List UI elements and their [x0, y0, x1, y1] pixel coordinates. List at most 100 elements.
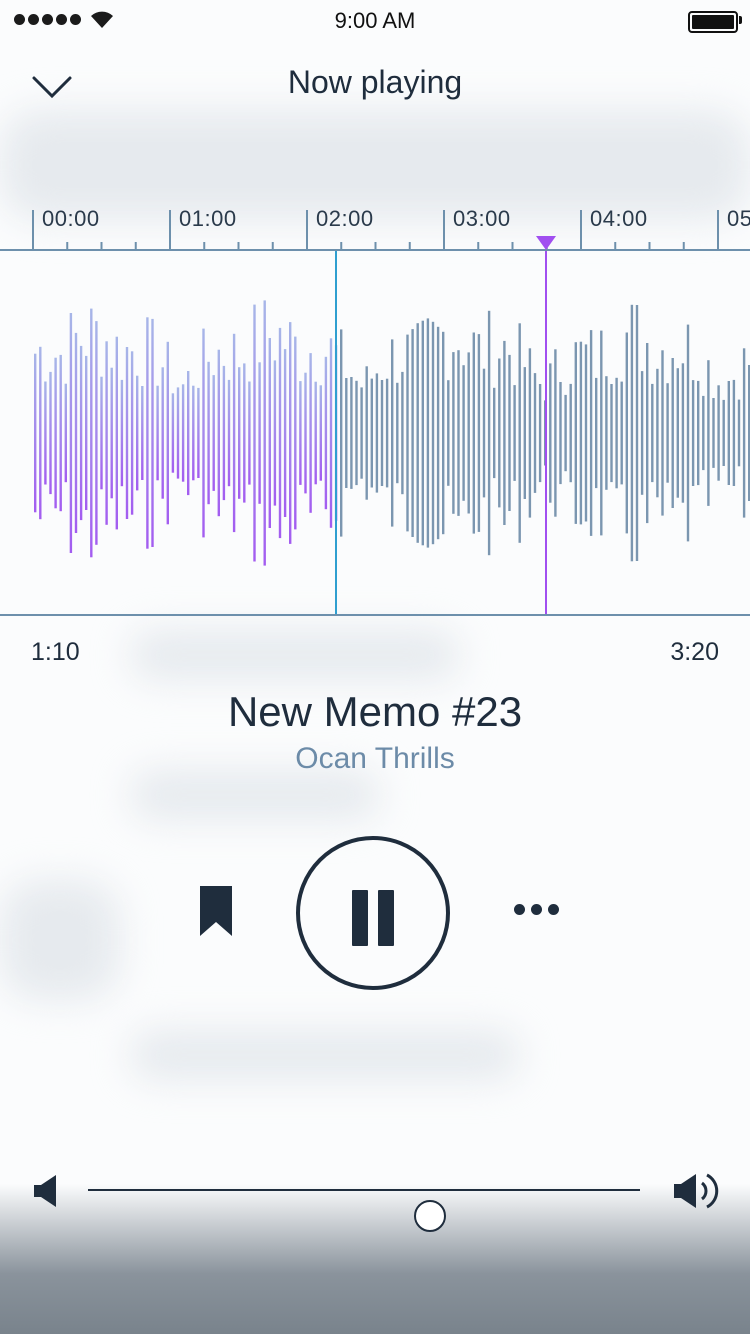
waveform-bar: [620, 381, 623, 485]
waveform-bar: [538, 384, 542, 483]
waveform-bar: [324, 356, 328, 510]
waveform-bar: [156, 385, 159, 481]
more-dots-icon: [513, 903, 525, 915]
waveform-bar: [462, 365, 465, 501]
waveform-bar: [712, 398, 715, 468]
waveform-bar: [503, 340, 506, 525]
volume-low-icon[interactable]: [32, 1174, 58, 1208]
waveform-bar: [564, 394, 567, 472]
waveform-bar: [421, 320, 424, 546]
waveform-bar: [130, 351, 134, 515]
timeline-ruler[interactable]: 00:00 01:00 02:00 03:00 04:00 05:00: [0, 200, 750, 252]
waveform-bar: [141, 386, 144, 480]
waveform-bar: [640, 371, 644, 495]
waveform-bar: [345, 378, 348, 488]
waveform-bar: [727, 381, 730, 485]
waveform-bar: [523, 367, 526, 499]
waveform-bar: [263, 300, 266, 566]
volume-high-icon[interactable]: [672, 1170, 720, 1212]
waveform-bar: [370, 378, 373, 488]
waveform-bar: [192, 385, 195, 481]
waveform-bar: [600, 330, 603, 536]
waveform-bar: [651, 383, 654, 483]
waveform-bar: [289, 322, 292, 544]
waveform-bar: [171, 393, 175, 473]
waveform-bar: [258, 362, 261, 504]
battery-full-icon: [688, 11, 738, 33]
waveform-bar: [304, 372, 307, 494]
waveform-bar: [549, 363, 552, 503]
waveform-bar: [457, 350, 460, 516]
waveform-bar: [589, 330, 593, 536]
waveform-bar: [202, 328, 205, 538]
waveform-bar: [574, 342, 577, 524]
status-time: 9:00 AM: [334, 8, 416, 33]
waveform-bar: [605, 376, 608, 490]
waveform-bar: [350, 377, 353, 489]
waveform-bar: [243, 363, 246, 503]
waveform-bar: [34, 353, 37, 513]
waveform-bar: [136, 375, 139, 491]
waveform-bar: [625, 332, 628, 534]
timeline-label: 05:00: [727, 206, 750, 231]
time-row: 1:10 3:20: [0, 636, 750, 668]
waveform-bar: [105, 341, 108, 525]
waveform-bar: [212, 375, 215, 491]
waveform-bar: [95, 321, 98, 545]
waveform-bar: [442, 331, 445, 535]
waveform-bar: [646, 343, 649, 524]
waveform-bar: [482, 368, 486, 498]
timeline-label: 01:00: [179, 206, 237, 231]
waveform-bar: [508, 354, 511, 511]
waveform-bar: [217, 349, 220, 517]
waveform-bar: [309, 353, 312, 513]
waveform-bar: [319, 385, 322, 481]
waveform-bar: [426, 318, 430, 548]
waveform-bar: [447, 380, 450, 486]
waveform-bar: [74, 332, 78, 533]
waveform-bar: [676, 368, 679, 498]
waveform-bar: [431, 321, 435, 545]
waveform-bar: [569, 383, 572, 483]
waveform-bar: [717, 385, 720, 481]
bookmark-button[interactable]: [196, 884, 236, 940]
volume-slider-track[interactable]: [88, 1189, 640, 1232]
waveform-bar: [416, 323, 419, 543]
waveform-bar: [181, 384, 185, 482]
track-title: New Memo #23: [227, 688, 523, 735]
waveform-bar: [686, 324, 690, 542]
waveform-bar: [120, 379, 124, 487]
waveform-bar: [554, 349, 557, 517]
waveform-bar: [722, 399, 725, 466]
waveform-bar: [615, 377, 618, 489]
waveform-bar: [681, 363, 685, 503]
waveform-bar: [299, 381, 302, 485]
waveform-bar: [85, 355, 88, 510]
waveform[interactable]: [0, 250, 750, 616]
pause-button[interactable]: [296, 836, 450, 990]
waveform-bar: [39, 346, 42, 520]
waveform-bar: [436, 326, 440, 540]
waveform-bar: [732, 379, 736, 486]
waveform-bar: [533, 373, 537, 493]
waveform-bar: [79, 345, 83, 521]
waveform-bar: [278, 327, 282, 539]
waveform-bar: [69, 313, 73, 553]
waveform-bar: [630, 304, 634, 562]
waveform-bar: [472, 332, 475, 534]
volume-slider-thumb[interactable]: [414, 1200, 447, 1232]
waveform-bar: [579, 341, 583, 525]
track-artist[interactable]: Ocan Thrills: [0, 742, 750, 776]
waveform-bar: [493, 387, 496, 479]
waveform-bar: [411, 329, 414, 537]
waveform-bar: [702, 395, 705, 471]
status-bar: 9:00 AM: [0, 0, 750, 40]
playhead-marker[interactable]: [534, 234, 558, 252]
more-options-button[interactable]: [508, 894, 564, 924]
waveform-bar: [707, 360, 710, 506]
timeline-label: 03:00: [453, 206, 511, 231]
waveform-bar: [161, 367, 164, 499]
waveform-bar: [110, 367, 113, 499]
waveform-bar: [742, 348, 746, 518]
waveform-bar: [294, 336, 297, 530]
